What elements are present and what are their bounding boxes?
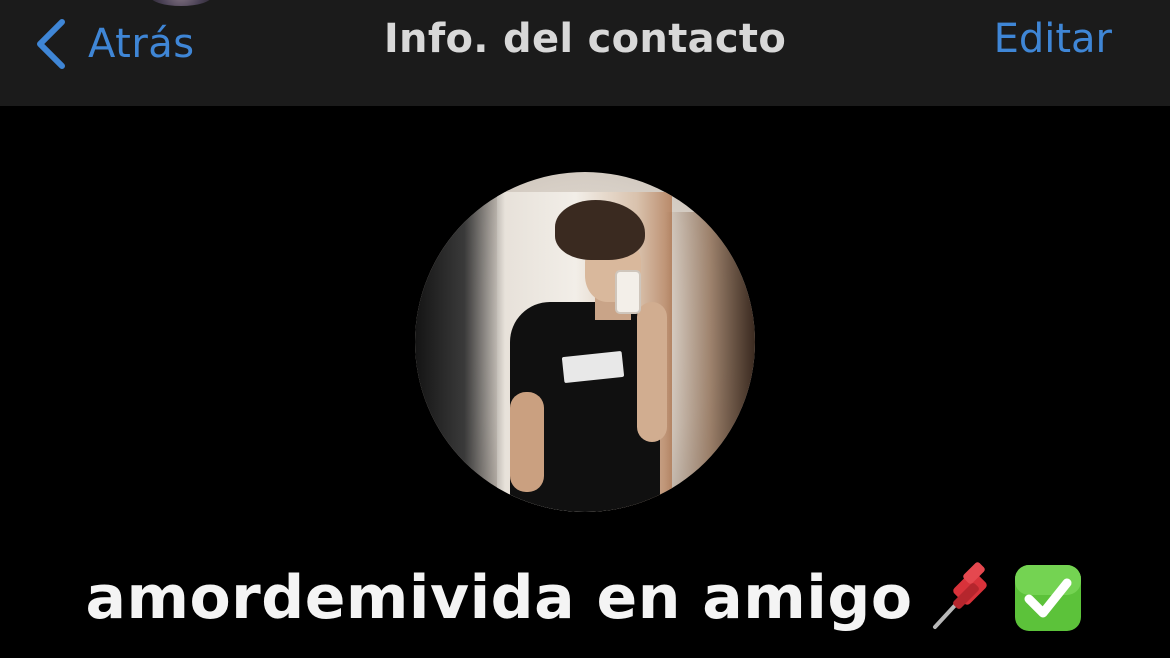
check-mark-button-icon: [1014, 565, 1081, 631]
avatar-phone: [615, 270, 641, 314]
contact-info-screen: Atrás Info. del contacto Editar amordemi…: [0, 0, 1170, 658]
avatar-shadow-right: [665, 212, 755, 512]
navigation-bar: Atrás Info. del contacto Editar: [0, 0, 1170, 106]
contact-name: amordemivida en amigo: [85, 563, 913, 633]
edit-button[interactable]: Editar: [994, 16, 1112, 62]
avatar-person-arm-right: [637, 302, 667, 442]
contact-name-row: amordemivida en amigo: [0, 548, 1170, 648]
previous-screen-avatar: [150, 0, 212, 6]
avatar-person-arm-left: [510, 392, 544, 492]
pushpin-icon: [932, 562, 987, 629]
avatar-shadow-left: [415, 172, 505, 512]
contact-avatar[interactable]: [415, 172, 755, 512]
